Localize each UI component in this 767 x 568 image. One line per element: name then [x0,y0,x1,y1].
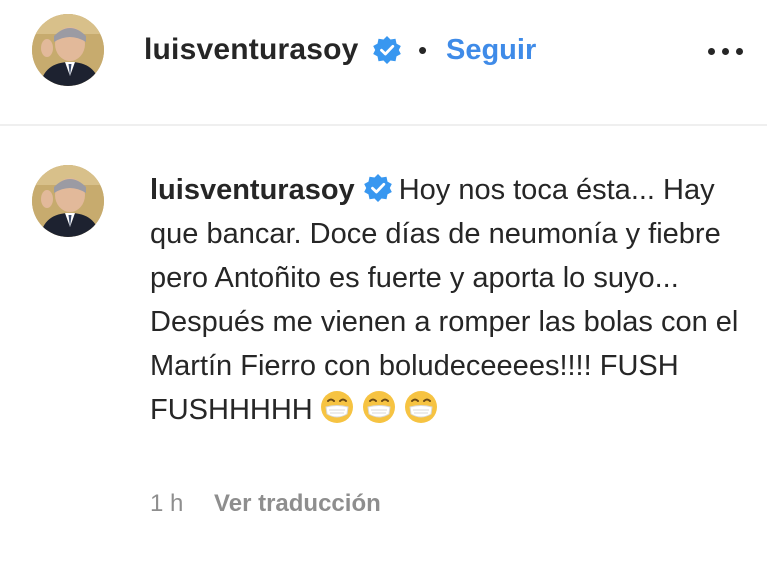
comment-username[interactable]: luisventurasoy [150,174,355,206]
avatar[interactable] [32,14,104,86]
verified-badge-icon [363,174,392,202]
avatar-photo [32,14,104,86]
mask-face-emoji-icon [362,391,395,423]
separator-dot: • [418,35,428,65]
post-header: luisventurasoy • Seguir [0,0,767,126]
avatar-photo [32,165,104,237]
follow-button[interactable]: Seguir [446,30,536,70]
mask-face-emoji-icon [320,391,353,423]
avatar[interactable] [32,165,104,237]
mask-face-emoji-icon [404,391,437,423]
see-translation-button[interactable]: Ver traducción [214,490,381,517]
more-options-icon[interactable] [702,26,750,74]
verified-badge-icon [373,36,401,64]
comment-meta: 1 h Ver traducción [150,488,381,520]
comment-timestamp[interactable]: 1 h [150,490,183,517]
header-username[interactable]: luisventurasoy [144,30,359,70]
comment-body: luisventurasoy Hoy nos toca ésta... Hay … [150,168,750,432]
comment-message: Hoy nos toca ésta... Hay que bancar. Doc… [150,174,739,426]
